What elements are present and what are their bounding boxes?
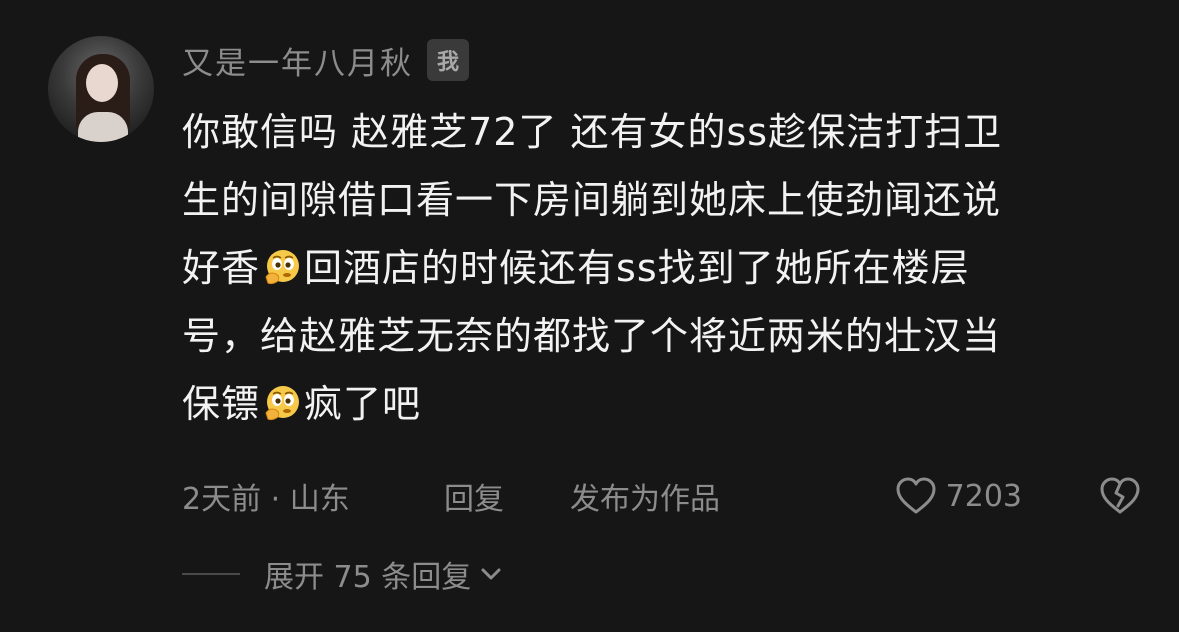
comment-line: 号，给赵雅芝无奈的都找了个将近两米的壮汉当 — [182, 302, 1112, 370]
comment-text-segment: 疯了吧 — [304, 382, 422, 426]
like-count: 7203 — [945, 478, 1022, 514]
author-badge: 我 — [427, 39, 470, 81]
divider-line — [182, 573, 240, 575]
comment-line: 你敢信吗 赵雅芝72了 还有女的ss趁保洁打扫卫 — [182, 98, 1112, 166]
timestamp-location: 2天前 · 山东 — [182, 482, 350, 517]
expand-replies[interactable]: 展开 75 条回复 — [182, 552, 503, 596]
comment-header: 又是一年八月秋 我 — [182, 38, 470, 83]
avatar[interactable] — [48, 36, 154, 142]
comment-text: 你敢信吗 赵雅芝72了 还有女的ss趁保洁打扫卫 生的间隙借口看一下房间躺到她床… — [182, 98, 1112, 438]
comment-line: 好香 回酒店的时候还有ss找到了她所在楼层 — [182, 234, 1112, 302]
comment-text-segment: 你敢信吗 赵雅芝72了 还有女的ss趁保洁打扫卫 — [182, 110, 1003, 154]
chevron-down-icon — [481, 568, 501, 580]
broken-heart-icon — [1100, 477, 1140, 514]
thinking-face-emoji-icon — [265, 386, 300, 421]
comment-text-segment: 好香 — [182, 246, 261, 290]
heart-icon — [896, 477, 936, 514]
comment-text-segment: 号，给赵雅芝无奈的都找了个将近两米的壮汉当 — [182, 314, 1002, 358]
comment-line: 保镖 疯了吧 — [182, 370, 1112, 438]
dislike-button[interactable] — [1098, 476, 1142, 516]
comment-item: 又是一年八月秋 我 你敢信吗 赵雅芝72了 还有女的ss趁保洁打扫卫 生的间隙借… — [0, 0, 1179, 632]
comment-text-segment: 生的间隙借口看一下房间躺到她床上使劲闻还说 — [182, 178, 1002, 222]
username[interactable]: 又是一年八月秋 — [182, 38, 413, 83]
reply-button[interactable]: 回复 — [444, 474, 570, 518]
publish-as-work-button[interactable]: 发布为作品 — [570, 474, 894, 518]
like-button[interactable]: 7203 — [894, 476, 1022, 516]
comment-line: 生的间隙借口看一下房间躺到她床上使劲闻还说 — [182, 166, 1112, 234]
thinking-face-emoji-icon — [265, 250, 300, 285]
comment-actions: 2天前 · 山东 回复 发布为作品 7203 — [182, 470, 1142, 522]
expand-replies-label: 展开 75 条回复 — [264, 560, 472, 595]
comment-text-segment: 保镖 — [182, 382, 261, 426]
comment-text-segment: 回酒店的时候还有ss找到了她所在楼层 — [304, 246, 970, 290]
